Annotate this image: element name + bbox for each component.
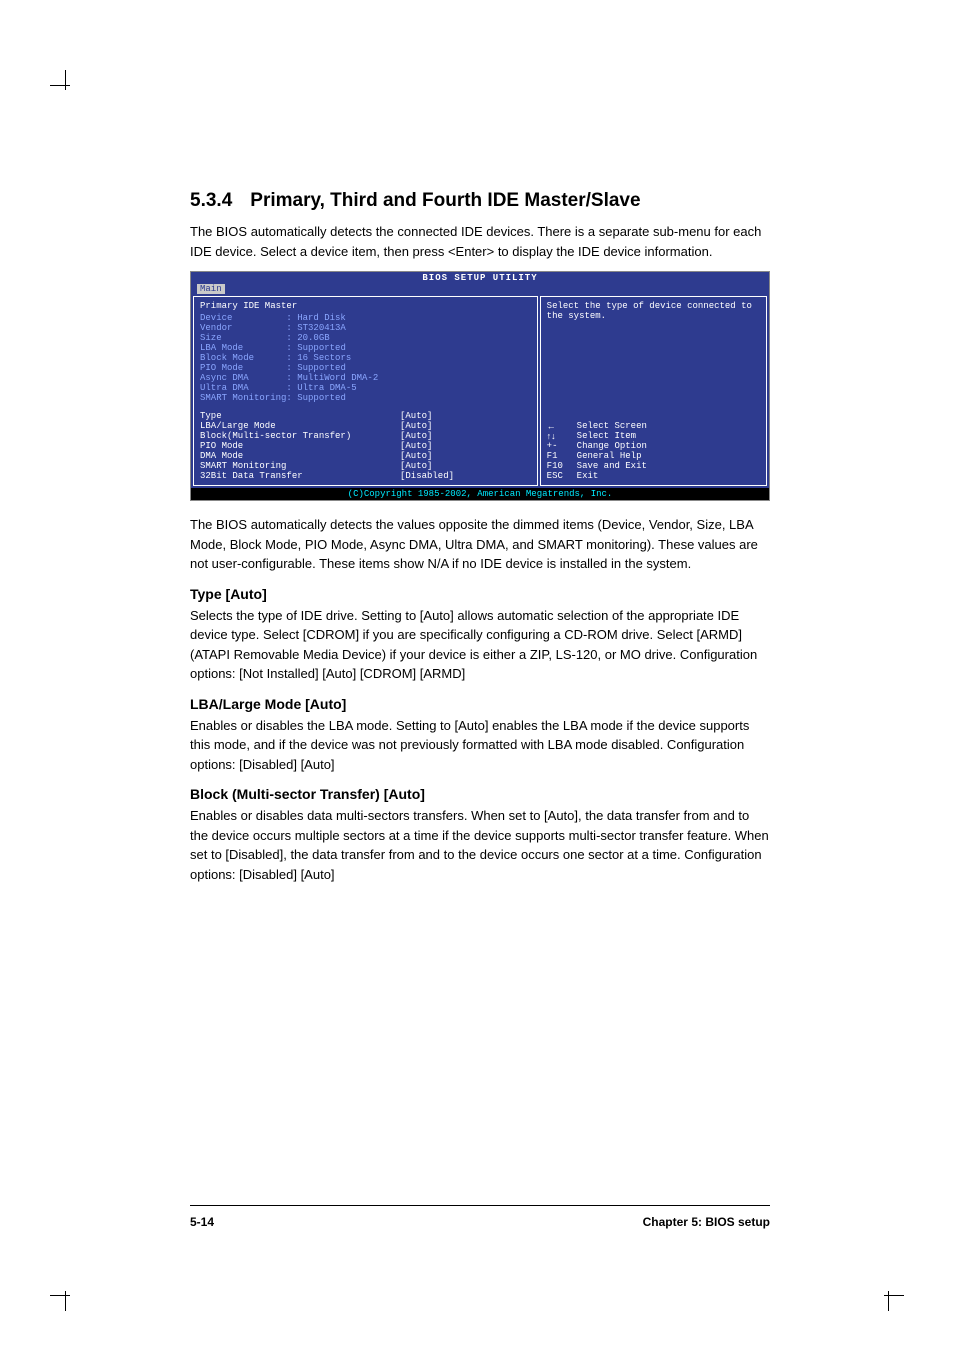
section-heading: 5.3.4 Primary, Third and Fourth IDE Maste… [190, 190, 770, 212]
help-key-row: F10Save and Exit [547, 461, 760, 471]
subsection-heading: Block (Multi-sector Transfer) [Auto] [190, 786, 770, 802]
bios-title: BIOS SETUP UTILITY [191, 272, 769, 284]
arrow-left-icon: ← [547, 421, 577, 431]
after-bios-paragraph: The BIOS automatically detects the value… [190, 515, 770, 574]
setting-row: 32Bit Data Transfer[Disabled] [200, 471, 531, 481]
bios-right-panel: Select the type of device connected to t… [540, 296, 767, 486]
page-number: 5-14 [190, 1215, 214, 1229]
subsection-heading: LBA/Large Mode [Auto] [190, 696, 770, 712]
info-row: Device : Hard Disk [200, 313, 531, 323]
crop-mark-bottom-left [50, 1281, 80, 1311]
info-row: LBA Mode : Supported [200, 343, 531, 353]
setting-row: DMA Mode[Auto] [200, 451, 531, 461]
section-title-text: Primary, Third and Fourth IDE Master/Sla… [250, 190, 640, 211]
bios-tab-row: Main [191, 284, 769, 294]
subsection-text: Enables or disables data multi-sectors t… [190, 806, 770, 884]
bios-body: Primary IDE Master Device : Hard Disk Ve… [191, 294, 769, 488]
crop-mark-bottom-right [874, 1281, 904, 1311]
bios-help-keys: ←Select Screen ↑↓Select Item +-Change Op… [547, 421, 760, 481]
info-row: Block Mode : 16 Sectors [200, 353, 531, 363]
info-row: Size : 20.0GB [200, 333, 531, 343]
help-key-row: +-Change Option [547, 441, 760, 451]
bios-panel-header: Primary IDE Master [200, 301, 531, 311]
subsection-text: Selects the type of IDE drive. Setting t… [190, 606, 770, 684]
help-key-row: ←Select Screen [547, 421, 760, 431]
info-row: Async DMA : MultiWord DMA-2 [200, 373, 531, 383]
page-content: 5.3.4 Primary, Third and Fourth IDE Maste… [190, 190, 770, 894]
bios-info-rows: Device : Hard Disk Vendor : ST320413A Si… [200, 313, 531, 403]
page-footer: 5-14 Chapter 5: BIOS setup [190, 1215, 770, 1229]
bios-tab-main: Main [197, 284, 225, 294]
bios-copyright: (C)Copyright 1985-2002, American Megatre… [191, 488, 769, 500]
bios-left-panel: Primary IDE Master Device : Hard Disk Ve… [193, 296, 538, 486]
bios-settings: Type[Auto] LBA/Large Mode[Auto] Block(Mu… [200, 411, 531, 481]
info-row: SMART Monitoring: Supported [200, 393, 531, 403]
help-key-row: ↑↓Select Item [547, 431, 760, 441]
footer-rule [190, 1205, 770, 1206]
setting-row: LBA/Large Mode[Auto] [200, 421, 531, 431]
setting-row: Type[Auto] [200, 411, 531, 421]
setting-row: Block(Multi-sector Transfer)[Auto] [200, 431, 531, 441]
info-row: PIO Mode : Supported [200, 363, 531, 373]
help-key-row: ESCExit [547, 471, 760, 481]
section-number: 5.3.4 [190, 190, 232, 212]
arrow-updown-icon: ↑↓ [547, 431, 577, 441]
intro-paragraph: The BIOS automatically detects the conne… [190, 222, 770, 261]
subsection-heading: Type [Auto] [190, 586, 770, 602]
info-row: Vendor : ST320413A [200, 323, 531, 333]
help-key-row: F1General Help [547, 451, 760, 461]
setting-row: PIO Mode[Auto] [200, 441, 531, 451]
bios-screenshot: BIOS SETUP UTILITY Main Primary IDE Mast… [190, 271, 770, 501]
chapter-label: Chapter 5: BIOS setup [643, 1215, 770, 1229]
crop-mark-top-left [50, 70, 80, 100]
setting-row: SMART Monitoring[Auto] [200, 461, 531, 471]
info-row: Ultra DMA : Ultra DMA-5 [200, 383, 531, 393]
subsection-text: Enables or disables the LBA mode. Settin… [190, 716, 770, 775]
bios-help-text: Select the type of device connected to t… [547, 301, 760, 321]
